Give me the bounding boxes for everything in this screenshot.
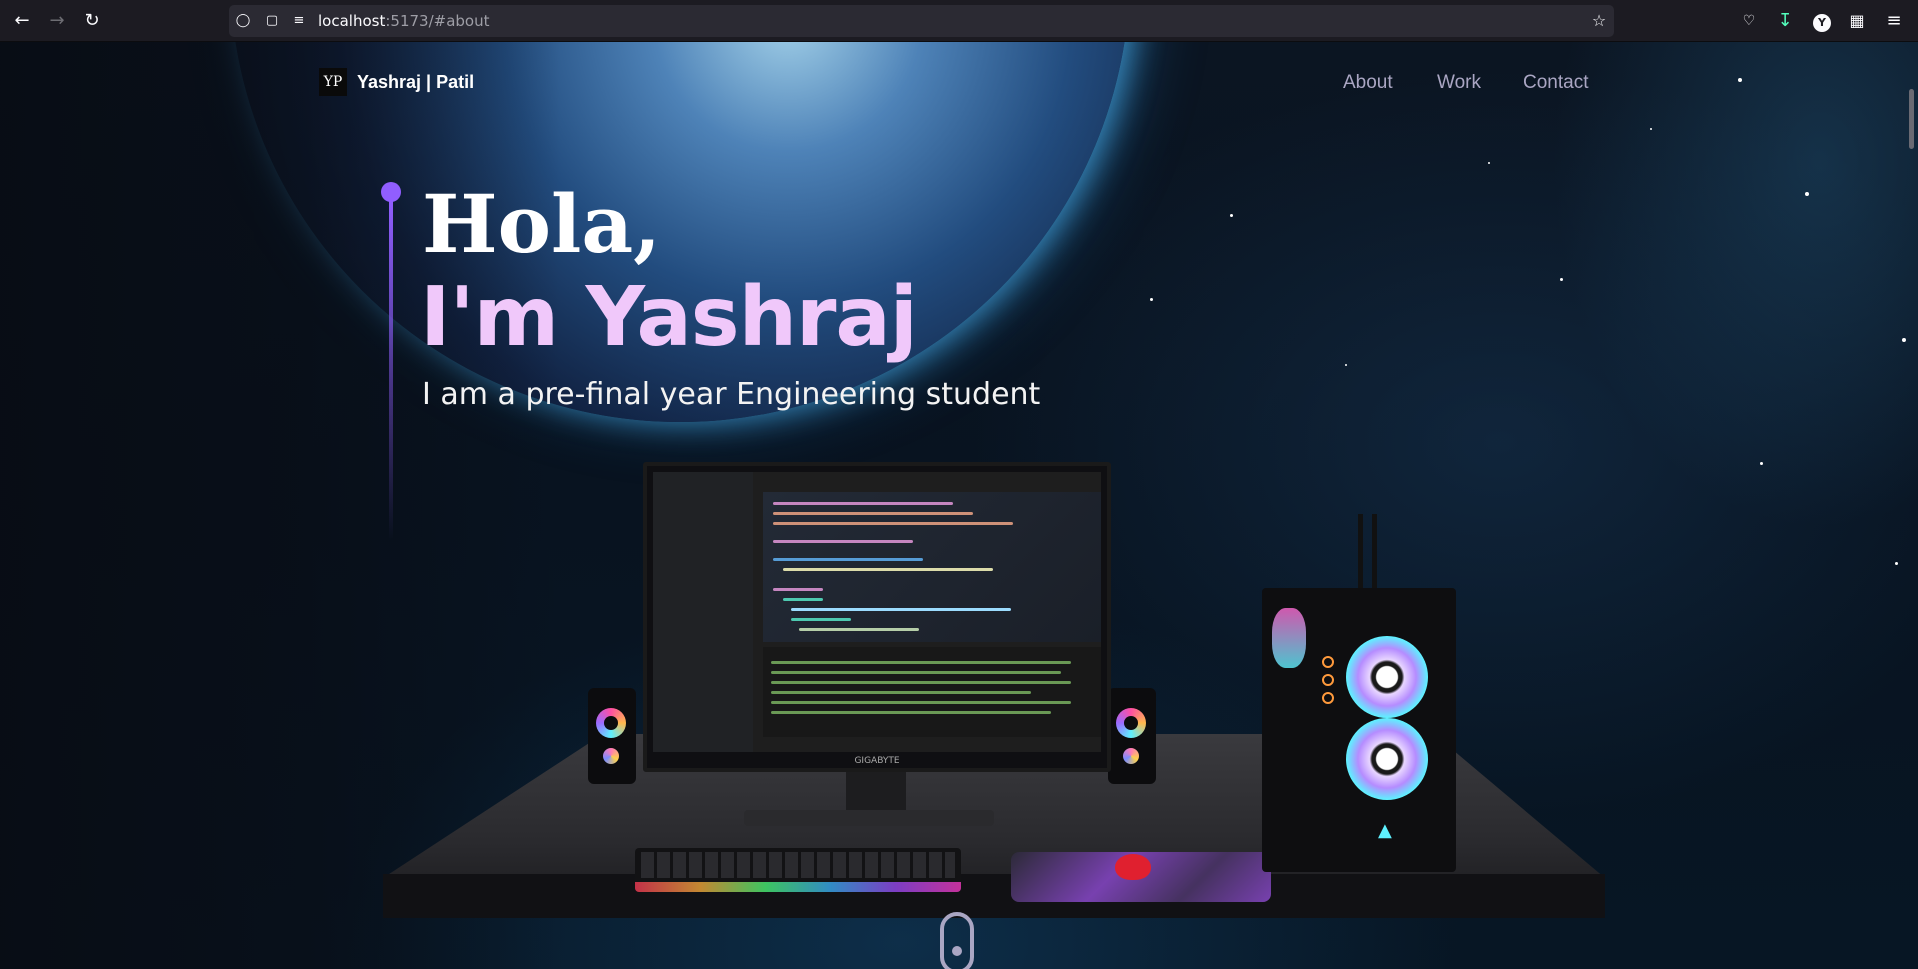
address-bar[interactable]: ◯ ▢ ≡ localhost:5173/#about ☆: [229, 5, 1614, 37]
fan: [1346, 636, 1428, 718]
tower-button: [1322, 692, 1334, 704]
keyboard: [635, 848, 961, 892]
profile-letter: Y: [1813, 14, 1831, 32]
fan-side: [1272, 608, 1306, 668]
extensions-icon[interactable]: ▦: [1845, 9, 1869, 33]
star: [1150, 298, 1153, 301]
star: [1738, 78, 1742, 82]
editor-sidebar: [653, 472, 753, 752]
browser-toolbar: ← → ↻ ◯ ▢ ≡ localhost:5173/#about ☆ ♡ ↧ …: [0, 0, 1918, 42]
editor-terminal: [763, 647, 1101, 737]
hero-accent-line: [389, 200, 393, 540]
monitor-base: [744, 810, 994, 826]
nav-link-work[interactable]: Work: [1437, 72, 1481, 94]
brand-name: Yashraj | Patil: [357, 71, 475, 92]
editor-code-pane: [763, 492, 1101, 642]
page-icon[interactable]: ▢: [263, 12, 281, 30]
speaker-ring: [596, 708, 626, 738]
nav-link-contact[interactable]: Contact: [1523, 72, 1588, 94]
speaker-right: [1108, 688, 1156, 784]
star: [1902, 338, 1906, 342]
star: [1895, 562, 1898, 565]
speaker-ring-small: [1123, 748, 1139, 764]
shield-icon[interactable]: ◯: [234, 12, 252, 30]
star: [1760, 462, 1763, 465]
hero-name: I'm Yashraj: [420, 270, 918, 365]
monitor-brand: GIGABYTE: [854, 756, 900, 766]
url-text[interactable]: localhost:5173/#about: [318, 12, 489, 30]
hero-subtitle: I am a pre-final year Engineering studen…: [422, 377, 1041, 412]
page-scrollbar[interactable]: [1909, 89, 1914, 149]
nav-link-about[interactable]: About: [1343, 72, 1393, 94]
tower-button: [1322, 656, 1334, 668]
monitor-screen: [653, 472, 1101, 752]
fan: [1346, 718, 1428, 800]
profile-icon[interactable]: Y: [1810, 9, 1834, 33]
reload-icon[interactable]: ↻: [80, 9, 104, 33]
star: [1650, 128, 1652, 130]
antenna: [1358, 514, 1363, 590]
menu-icon[interactable]: ≡: [1882, 9, 1906, 33]
back-icon[interactable]: ←: [10, 9, 34, 33]
desk-edge: [383, 874, 1605, 918]
speaker-ring-small: [603, 748, 619, 764]
url-host: localhost: [318, 12, 386, 30]
url-path: :5173/#about: [385, 12, 490, 30]
pc-tower: ▲: [1262, 588, 1456, 872]
monitor-stand: [846, 772, 906, 812]
monitor: GIGABYTE: [643, 462, 1111, 772]
star: [1805, 192, 1809, 196]
pocket-icon[interactable]: ♡: [1737, 9, 1761, 33]
scroll-down-indicator[interactable]: [940, 912, 974, 969]
antenna: [1372, 514, 1377, 590]
hero-greeting: Hola,: [422, 177, 662, 271]
brand-logo: YP: [319, 68, 347, 96]
download-icon[interactable]: ↧: [1773, 9, 1797, 33]
hero-accent-dot: [381, 182, 401, 202]
star: [1345, 364, 1347, 366]
tower-logo-icon: ▲: [1378, 820, 1392, 841]
brand-link[interactable]: YP Yashraj | Patil: [319, 68, 474, 96]
speaker-left: [588, 688, 636, 784]
star: [1230, 214, 1233, 217]
star: [1560, 278, 1563, 281]
permissions-icon[interactable]: ≡: [290, 12, 308, 30]
tower-button: [1322, 674, 1334, 686]
forward-icon[interactable]: →: [45, 9, 69, 33]
speaker-ring: [1116, 708, 1146, 738]
star: [1488, 162, 1490, 164]
page-viewport: YP Yashraj | Patil About Work Contact Ho…: [0, 42, 1918, 969]
mouse: [1115, 854, 1151, 880]
scroll-dot: [952, 946, 962, 956]
star-icon[interactable]: ☆: [1590, 12, 1608, 30]
